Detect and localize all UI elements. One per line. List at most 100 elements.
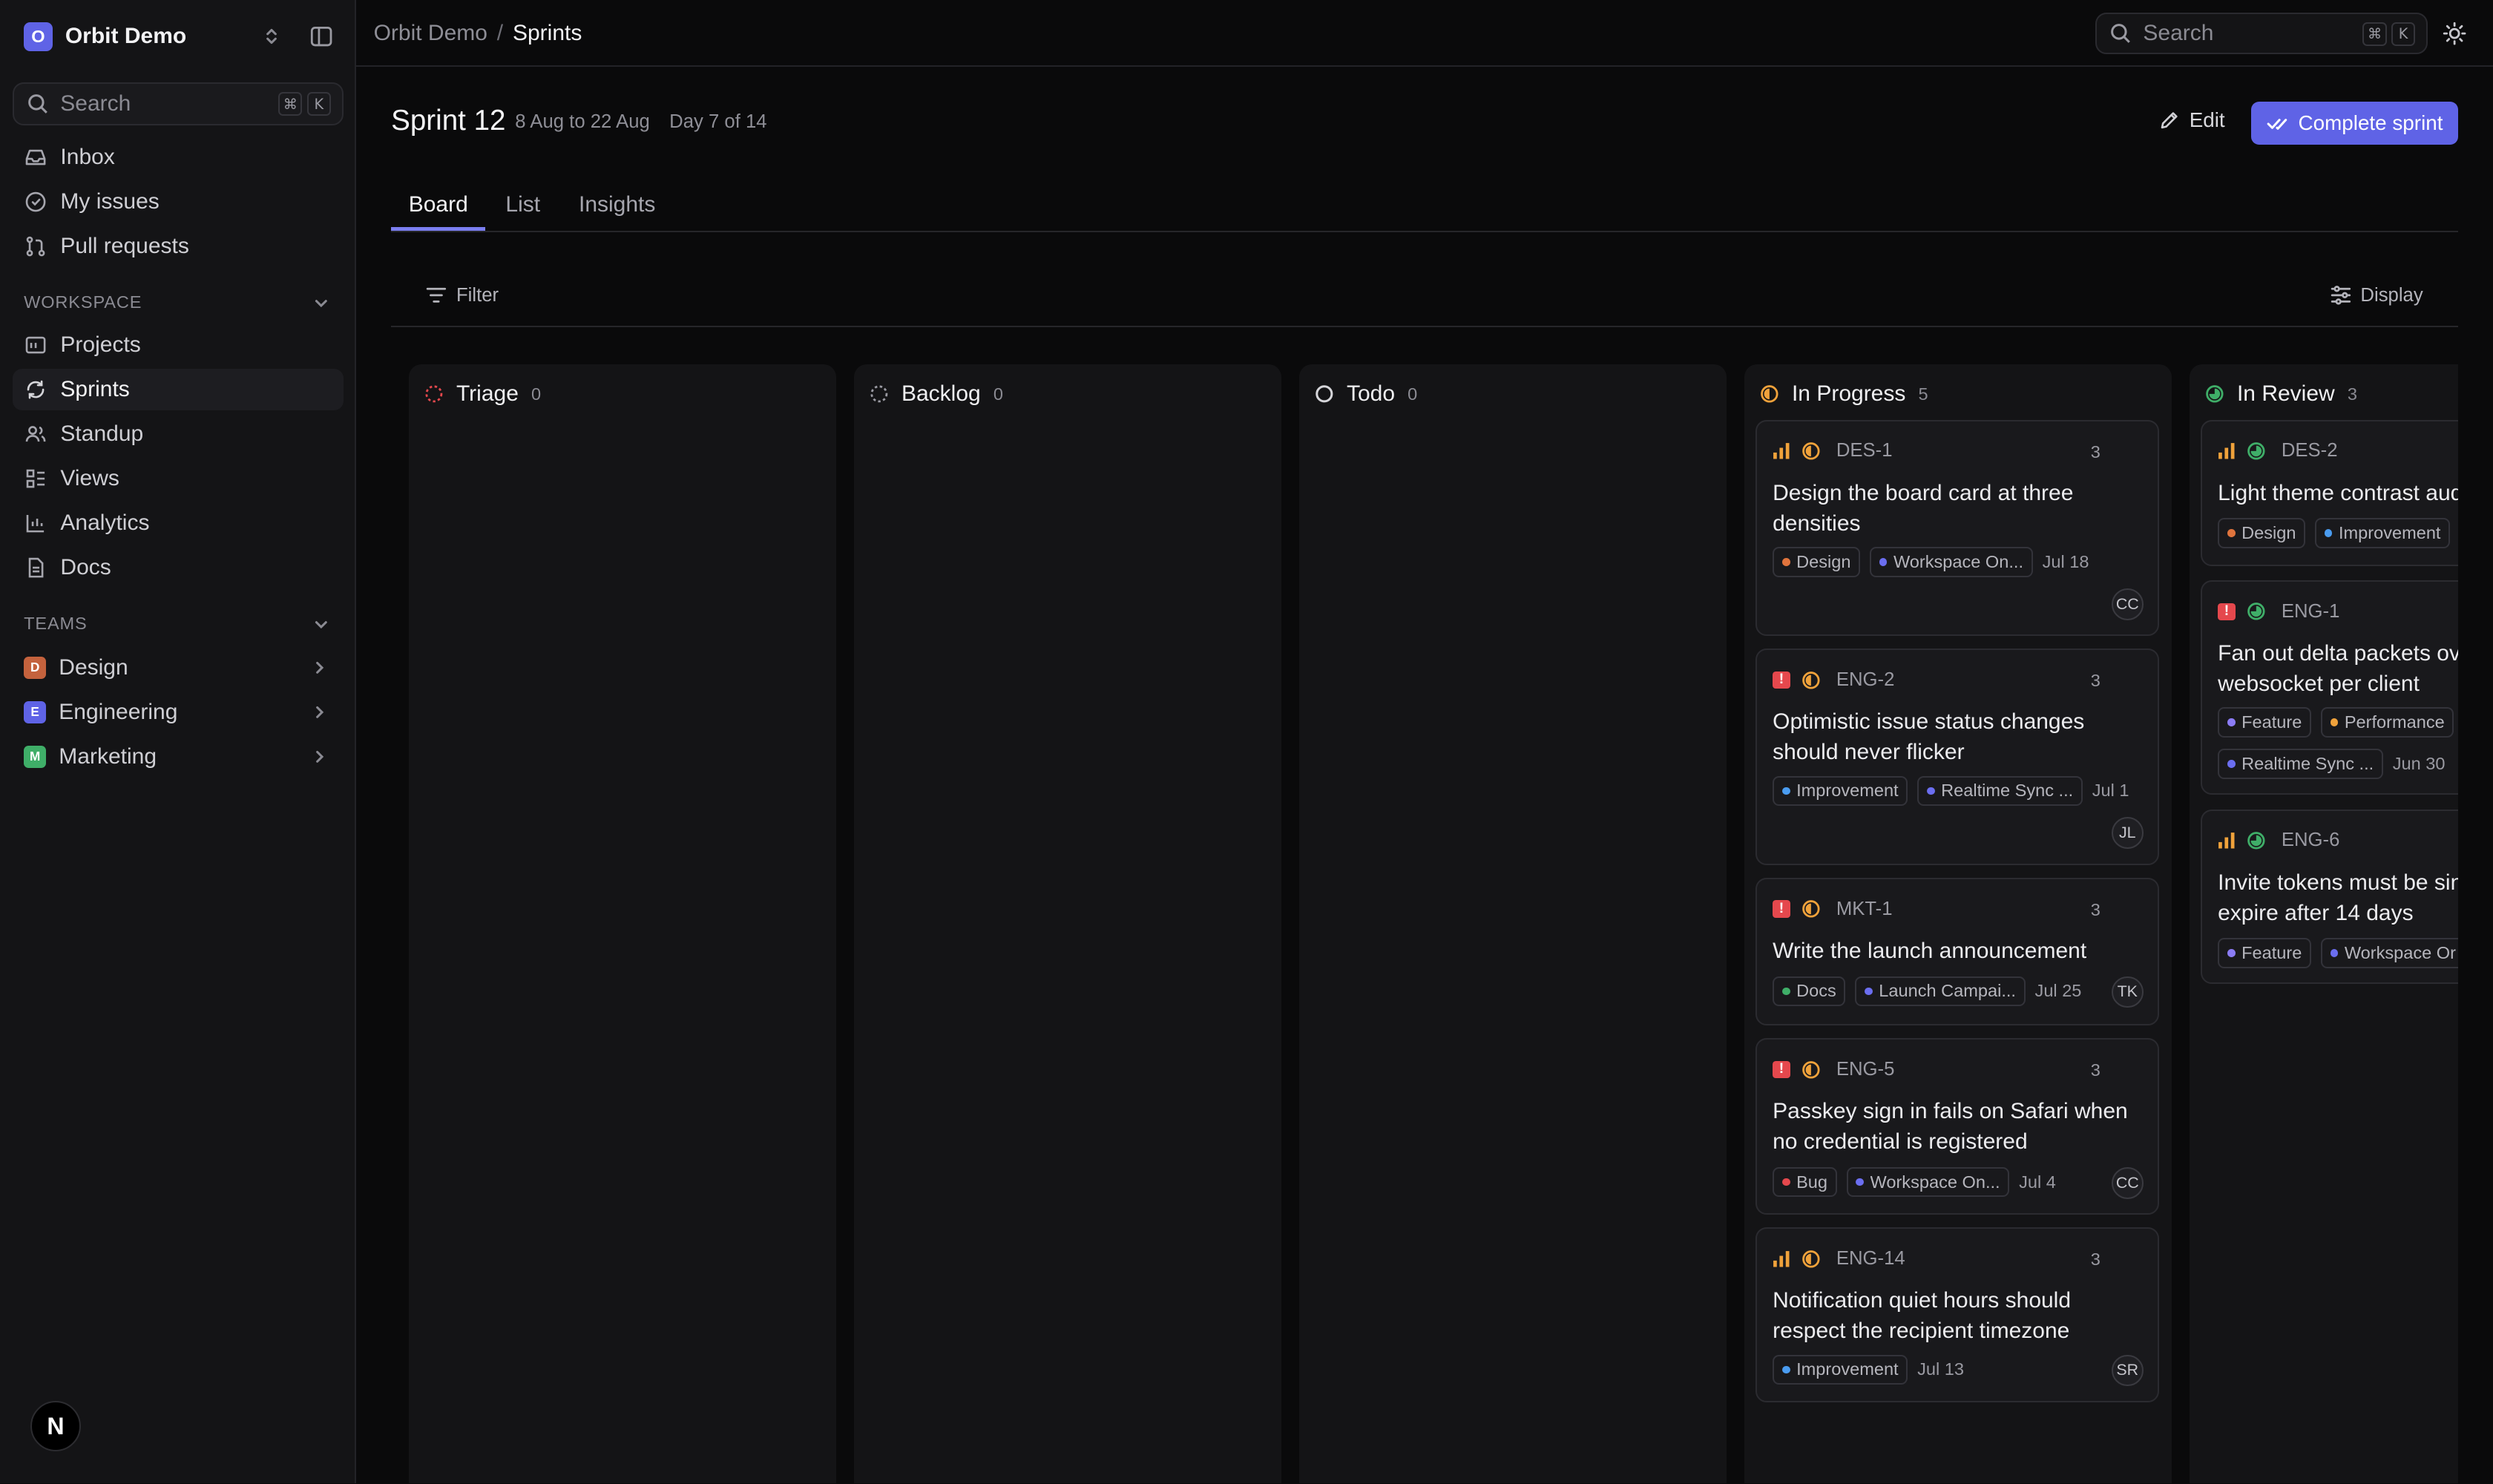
filter-button[interactable]: Filter (426, 285, 499, 306)
team-engineering[interactable]: E Engineering (13, 692, 344, 733)
teams-section-label[interactable]: TEAMS (24, 614, 87, 634)
column-header[interactable]: In Review 3 (2205, 381, 2357, 407)
workspace-section-label[interactable]: WORKSPACE (24, 292, 142, 312)
label-chip[interactable]: Bug (1773, 1166, 1837, 1198)
workspace-name: Orbit Demo (65, 24, 187, 49)
team-marketing[interactable]: M Marketing (13, 736, 344, 778)
in-review-status-icon[interactable] (2247, 441, 2266, 461)
projects-icon (25, 336, 46, 354)
column-header[interactable]: Backlog 0 (870, 381, 1003, 407)
breadcrumb-root[interactable]: Orbit Demo (374, 21, 487, 46)
in-review-status-icon[interactable] (2247, 831, 2266, 850)
assignee-avatar[interactable]: JL (2111, 817, 2144, 850)
assignee-avatar[interactable]: CC (2111, 588, 2144, 620)
card-header: DES-2 (2218, 440, 2338, 462)
nav-pull-requests[interactable]: Pull requests (13, 226, 344, 267)
nav-inbox[interactable]: Inbox (13, 137, 344, 178)
complete-sprint-button[interactable]: Complete sprint (2251, 102, 2458, 145)
in-progress-status-icon[interactable] (1801, 899, 1821, 919)
due-date: Jul 25 (2034, 981, 2082, 1001)
chevron-down-icon[interactable] (312, 294, 331, 313)
in-progress-status-icon[interactable] (1801, 441, 1821, 461)
project-chip[interactable]: Realtime Sync ... (1917, 775, 2083, 807)
label-chip[interactable]: Design (2218, 518, 2306, 549)
issue-id: ENG-6 (2281, 830, 2340, 851)
nav-standup[interactable]: Standup (13, 413, 344, 455)
project-text: Realtime Sync ... (1941, 781, 2074, 801)
label-chip[interactable]: Feature (2218, 938, 2312, 968)
label-chip[interactable]: Design (1773, 546, 1861, 577)
display-button[interactable]: Display (2331, 285, 2423, 306)
column-in-review: In Review 3 DES-2 Light theme contrast a… (2189, 364, 2458, 1484)
estimate: 3 (2090, 1060, 2101, 1080)
issue-title: Design the board card at three densities (1773, 480, 2074, 536)
pull-request-icon (26, 236, 45, 257)
project-chip[interactable]: Launch Campai... (1855, 976, 2026, 1007)
label-chip[interactable]: Docs (1773, 976, 1846, 1007)
column-header[interactable]: In Progress 5 (1760, 381, 1928, 407)
project-chip[interactable]: Workspace On... (1870, 546, 2033, 577)
label-text: Bug (1796, 1172, 1828, 1192)
k-key: K (2391, 22, 2416, 46)
user-avatar[interactable]: N (30, 1400, 82, 1452)
standup-icon (25, 426, 46, 442)
in-progress-status-icon[interactable] (1801, 1060, 1821, 1080)
priority-medium-icon (1773, 443, 1790, 459)
issue-id: ENG-2 (1836, 669, 1895, 690)
chevron-up-down-icon[interactable] (260, 25, 283, 47)
project-text: Workspace On... (1893, 551, 2024, 571)
nav-label: My issues (60, 189, 160, 214)
chevron-right-icon (315, 706, 324, 718)
in-review-status-icon[interactable] (2247, 602, 2266, 621)
nav-sprints[interactable]: Sprints (13, 369, 344, 410)
project-chip[interactable]: Workspace Or (2320, 938, 2458, 968)
nav-docs[interactable]: Docs (13, 547, 344, 588)
label-chip[interactable]: Feature (2218, 707, 2312, 738)
nav-projects[interactable]: Projects (13, 324, 344, 366)
nav-my-issues[interactable]: My issues (13, 181, 344, 223)
chevron-down-icon[interactable] (312, 615, 331, 634)
sprint-dates: 8 Aug to 22 Aug (515, 111, 650, 132)
top-search[interactable]: Search ⌘ K (2095, 13, 2428, 54)
assignee-avatar[interactable]: CC (2111, 1166, 2144, 1199)
assignee-avatar[interactable]: SR (2111, 1354, 2144, 1387)
sidebar-search[interactable]: Search ⌘ K (13, 82, 344, 126)
label-chip[interactable]: Improvement (1773, 775, 1908, 807)
column-in-progress: In Progress 5 DES-1 3 Design the board c… (1744, 364, 2172, 1484)
tab-board[interactable]: Board (409, 192, 468, 217)
column-header[interactable]: Todo 0 (1315, 381, 1417, 407)
nav-views[interactable]: Views (13, 458, 344, 499)
issue-card[interactable]: DES-1 3 Design the board card at three d… (1755, 419, 2159, 637)
label-chip[interactable]: Improvement (2315, 518, 2451, 549)
tab-list[interactable]: List (505, 192, 540, 217)
issue-card[interactable]: ! ENG-2 3 Optimistic issue status change… (1755, 649, 2159, 865)
project-chip[interactable]: Workspace On... (1846, 1166, 2010, 1198)
issue-card[interactable]: ! ENG-5 3 Passkey sign in fails on Safar… (1755, 1038, 2159, 1215)
sun-icon[interactable] (2442, 21, 2467, 46)
in-progress-status-icon[interactable] (1801, 1250, 1821, 1269)
sidebar-toggle-icon[interactable] (309, 24, 334, 49)
issue-title: Notification quiet hours should respect … (1773, 1288, 2072, 1344)
issue-card[interactable]: ENG-6 Invite tokens must be sin expire a… (2200, 809, 2458, 985)
project-chip[interactable]: Realtime Sync ... (2218, 749, 2383, 779)
in-review-status-icon (2206, 385, 2224, 403)
card-meta: Design Workspace On... Jul 18 (1773, 546, 2089, 577)
priority-medium-icon (1773, 1250, 1790, 1267)
issue-card[interactable]: DES-2 Light theme contrast aud Design Im… (2200, 419, 2458, 566)
column-name: In Review (2236, 381, 2335, 407)
assignee-avatar[interactable]: TK (2111, 976, 2144, 1008)
in-progress-status-icon[interactable] (1801, 671, 1821, 690)
tab-insights[interactable]: Insights (579, 192, 655, 217)
workspace-switcher[interactable]: O Orbit Demo (24, 22, 186, 51)
edit-button[interactable]: Edit (2159, 108, 2225, 132)
issue-card[interactable]: ! MKT-1 3 Write the launch announcement … (1755, 877, 2159, 1026)
priority-urgent-icon: ! (1773, 671, 1790, 689)
label-chip[interactable]: Improvement (1773, 1354, 1908, 1385)
column-header[interactable]: Triage 0 (424, 381, 541, 407)
issue-card[interactable]: ! ENG-1 Fan out delta packets ov websock… (2200, 580, 2458, 795)
nav-analytics[interactable]: Analytics (13, 502, 344, 544)
issue-card[interactable]: ENG-14 3 Notification quiet hours should… (1755, 1227, 2159, 1402)
label-text: Improvement (1796, 1359, 1899, 1379)
team-design[interactable]: D Design (13, 647, 344, 689)
label-chip[interactable]: Performance (2320, 707, 2454, 738)
